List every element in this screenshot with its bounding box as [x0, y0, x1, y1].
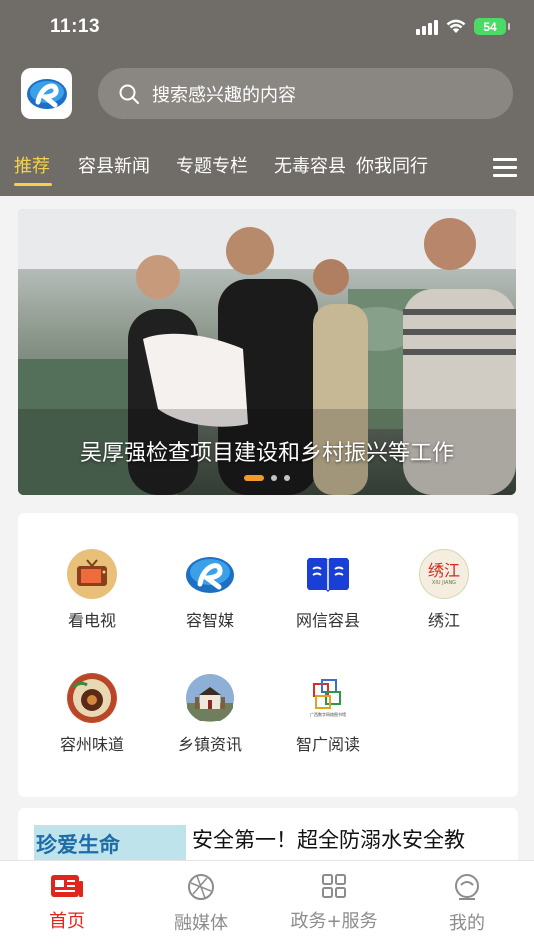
active-tab-indicator	[14, 183, 52, 186]
nav-mine[interactable]: 我的	[400, 873, 534, 935]
search-icon	[119, 84, 139, 104]
status-icons: 54	[416, 18, 510, 35]
nav-home[interactable]: 首页	[0, 873, 134, 933]
nav-label: 政务+服务	[290, 911, 378, 932]
quick-link-label: 容智媒	[185, 611, 234, 630]
user-icon	[455, 874, 479, 900]
food-icon	[67, 673, 117, 723]
xiujiang-icon: 绣江 XIU JIANG	[419, 549, 469, 599]
quick-link-watch-tv[interactable]: 看电视	[34, 549, 150, 631]
quick-link-label: 乡镇资讯	[177, 735, 242, 754]
cellular-signal-icon	[416, 19, 438, 35]
battery-indicator: 54	[474, 18, 510, 35]
rongzhimei-logo-icon	[26, 78, 67, 109]
carousel-dot[interactable]	[271, 475, 277, 481]
newspaper-icon	[51, 875, 83, 897]
xiujiang-icon-text: 绣江	[427, 561, 460, 580]
tv-icon	[67, 549, 117, 599]
carousel-dot-active[interactable]	[244, 475, 264, 481]
building-icon	[185, 673, 235, 723]
reading-logo-icon: 广西数字网络图书馆	[303, 673, 353, 723]
news-thumbnail-text: 珍爱生命	[36, 832, 120, 857]
banner-carousel[interactable]: 吴厚强检查项目建设和乡村振兴等工作	[18, 209, 516, 495]
quick-link-label: 看电视	[67, 611, 116, 630]
nav-media[interactable]: 融媒体	[134, 873, 268, 935]
tab-drug-free-rongxian[interactable]: 无毒容县	[274, 152, 346, 178]
grid-icon	[322, 874, 346, 898]
tab-together[interactable]: 你我同行	[356, 152, 428, 178]
status-time: 11:13	[50, 16, 101, 37]
quick-link-label: 容州味道	[59, 735, 124, 754]
nav-label: 我的	[449, 913, 485, 934]
banner-caption: 吴厚强检查项目建设和乡村振兴等工作	[79, 441, 454, 466]
quick-link-zhiguang-reading[interactable]: 广西数字网络图书馆 智广阅读	[270, 673, 386, 755]
quick-link-xiujiang[interactable]: 绣江 XIU JIANG 绣江	[386, 549, 502, 631]
rongzhimei-logo-icon	[185, 549, 235, 599]
menu-icon[interactable]	[493, 158, 517, 182]
nav-label: 融媒体	[174, 913, 228, 934]
tab-rongxian-news[interactable]: 容县新闻	[78, 152, 150, 178]
carousel-dots	[18, 475, 516, 481]
xiujiang-icon-subtext: XIU JIANG	[431, 580, 457, 586]
quick-link-rongzhou-flavor[interactable]: 容州味道	[34, 673, 150, 755]
quick-link-township-news[interactable]: 乡镇资讯	[152, 673, 268, 755]
wifi-icon	[446, 19, 466, 34]
carousel-dot[interactable]	[284, 475, 290, 481]
news-list-item[interactable]: 珍爱生命 安全第一！超全防溺水安全教	[18, 808, 518, 868]
channel-tabs: 推荐 容县新闻 专题专栏 无毒容县 你我同行	[0, 148, 534, 188]
app-logo[interactable]	[21, 68, 72, 119]
nav-government-services[interactable]: 政务+服务	[267, 873, 401, 933]
nav-label: 首页	[49, 911, 85, 932]
quick-link-label: 网信容县	[295, 611, 360, 630]
globe-icon	[188, 874, 214, 900]
bottom-navigation: 首页 融媒体 政务+服务 我的	[0, 860, 534, 951]
book-icon	[303, 549, 353, 599]
search-placeholder: 搜索感兴趣的内容	[152, 84, 296, 106]
search-bar[interactable]: 搜索感兴趣的内容	[98, 68, 513, 119]
quick-link-label: 智广阅读	[295, 735, 360, 754]
quick-link-rongzhimei[interactable]: 容智媒	[152, 549, 268, 631]
app-header: 11:13 54 搜索感兴趣的内容 推荐 容县新闻 专题专栏 无毒容县 你我同行	[0, 0, 534, 196]
tab-recommend[interactable]: 推荐	[14, 152, 50, 178]
quick-link-label: 绣江	[427, 611, 460, 630]
news-title: 安全第一！超全防溺水安全教	[192, 828, 465, 852]
tab-special-topics[interactable]: 专题专栏	[176, 152, 248, 178]
quick-links-card: 看电视 容智媒 网信容县 绣江 XIU JIANG 绣江 容州味道 乡镇资讯 广…	[18, 513, 518, 797]
reading-logo-caption: 广西数字网络图书馆	[310, 712, 346, 717]
quick-link-wangxin-rongxian[interactable]: 网信容县	[270, 549, 386, 631]
